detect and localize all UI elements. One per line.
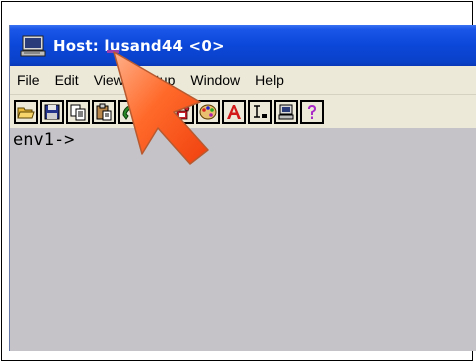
help-button[interactable] — [300, 99, 324, 124]
menu-file[interactable]: File — [13, 70, 44, 90]
copy-icon — [70, 104, 86, 120]
font-icon — [227, 104, 241, 119]
open-folder-icon — [17, 107, 35, 118]
open-button[interactable] — [14, 99, 38, 124]
save-button[interactable] — [40, 99, 64, 124]
cursor-icon — [254, 104, 267, 118]
terminal-window: Host: lusand44 <0> File Edit View Setup … — [9, 25, 476, 351]
computer-icon — [278, 104, 294, 119]
terminal-area[interactable]: env1-> — [10, 128, 476, 351]
cursor-button[interactable] — [248, 99, 272, 124]
font-button[interactable] — [222, 99, 246, 124]
terminal-monitor-icon — [20, 35, 46, 57]
help-icon — [308, 104, 316, 119]
menu-help[interactable]: Help — [251, 70, 288, 90]
copy-button[interactable] — [66, 99, 90, 124]
terminal-prompt: env1-> — [13, 130, 75, 150]
title-bar[interactable]: Host: lusand44 <0> — [10, 25, 476, 66]
computer-button[interactable] — [274, 99, 298, 124]
toolbar — [10, 95, 476, 128]
menu-bar: File Edit View Setup Window Help — [10, 66, 476, 95]
save-icon — [44, 104, 60, 119]
pointer-arrow-icon — [113, 51, 209, 165]
menu-edit[interactable]: Edit — [51, 70, 83, 90]
